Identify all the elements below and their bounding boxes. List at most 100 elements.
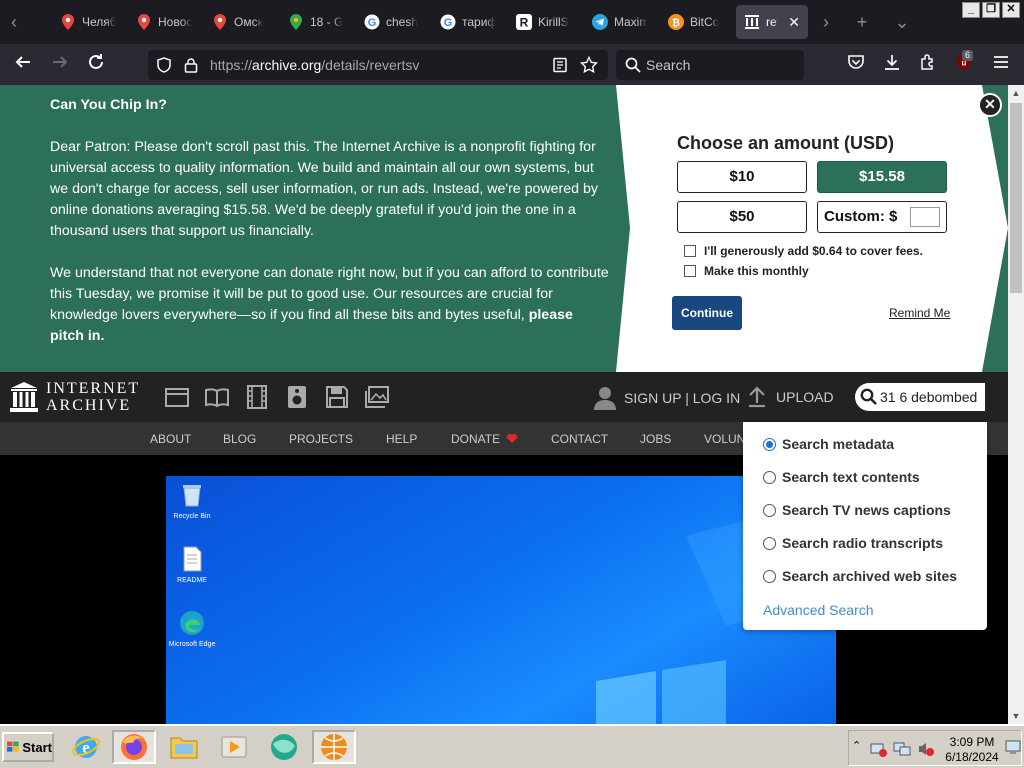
tab-9[interactable]: ₿ BitCo [660,5,732,39]
close-banner-button[interactable]: ✕ [978,93,1002,117]
radio-selected[interactable] [763,437,776,451]
radio-unselected[interactable] [763,536,776,550]
taskbar-firefox[interactable] [112,730,156,764]
minimize-window-button[interactable]: _ [962,2,980,18]
restore-window-button[interactable]: ❐ [982,2,1000,18]
tab-4[interactable]: 18 - G [280,5,352,39]
pocket-button[interactable] [843,52,869,78]
tab-scroll-right-button[interactable]: › [814,10,838,34]
nav-contact-link[interactable]: CONTACT [551,432,608,446]
extensions-button[interactable] [915,52,941,78]
address-bar[interactable]: https://archive.org/details/revertsv [148,50,608,80]
texts-book-icon[interactable] [204,384,230,410]
amount-15-58-button[interactable]: $15.58 [817,161,947,193]
network-warning-icon[interactable] [869,741,887,757]
nav-volunteer-link[interactable]: VOLUN [704,432,745,446]
option-search-radio[interactable]: Search radio transcripts [763,535,943,551]
user-avatar-icon [594,387,616,410]
desktop-icon-edge[interactable]: Microsoft Edge [167,610,217,648]
start-button[interactable]: Start [2,732,54,762]
nav-about-link[interactable]: ABOUT [150,432,191,446]
nav-help-link[interactable]: HELP [386,432,417,446]
ia-search-box[interactable] [855,383,985,411]
custom-amount-button[interactable]: Custom: $ [817,201,947,233]
ia-search-input[interactable] [880,387,984,407]
tab-scroll-left-button[interactable]: ‹ [2,10,26,34]
back-button[interactable] [10,52,36,78]
radio-unselected[interactable] [763,470,776,484]
volume-muted-icon[interactable] [917,741,935,757]
advanced-search-link[interactable]: Advanced Search [763,602,874,618]
browser-tab-strip: ‹ Челяб Новос Омск 18 - G G chesh G тари… [0,0,1024,44]
notification-icon[interactable] [1005,739,1021,755]
images-icon[interactable] [364,384,390,410]
sign-up-login-link[interactable]: SIGN UP | LOG IN [594,386,740,410]
taskbar-clock[interactable]: 3:09 PM 6/18/2024 [941,735,1003,765]
close-tab-icon[interactable]: ✕ [788,14,800,31]
shield-icon[interactable] [156,57,172,73]
tab-2[interactable]: Новос [128,5,200,39]
tab-8[interactable]: Maxim [584,5,656,39]
lock-icon[interactable] [184,57,198,73]
bookmark-star-icon[interactable] [580,56,598,74]
reader-view-icon[interactable] [552,57,568,73]
taskbar-file-explorer[interactable] [162,730,206,764]
remind-me-link[interactable]: Remind Me [889,306,950,320]
menu-button[interactable] [988,52,1014,78]
amount-50-button[interactable]: $50 [677,201,807,233]
option-search-text[interactable]: Search text contents [763,469,920,485]
close-window-button[interactable]: ✕ [1002,2,1020,18]
nav-projects-link[interactable]: PROJECTS [289,432,353,446]
amount-10-button[interactable]: $10 [677,161,807,193]
radio-unselected[interactable] [763,569,776,583]
option-search-metadata[interactable]: Search metadata [763,436,894,452]
tab-6[interactable]: G тариф [432,5,504,39]
taskbar-network-app[interactable] [262,730,306,764]
forward-button[interactable] [47,52,73,78]
software-floppy-icon[interactable] [324,384,350,410]
tab-7[interactable]: R KirillS [508,5,580,39]
new-tab-button[interactable]: + [850,10,874,34]
taskbar-active-app[interactable] [312,730,356,764]
ia-logo[interactable]: INTERNET ARCHIVE [10,380,140,414]
nav-blog-link[interactable]: BLOG [223,432,256,446]
web-archive-icon[interactable] [164,384,190,410]
audio-speaker-icon[interactable] [284,384,310,410]
upload-link[interactable]: UPLOAD [748,386,834,408]
radio-unselected[interactable] [763,503,776,517]
scroll-down-arrow-icon[interactable]: ▼ [1008,708,1024,724]
cover-fees-checkbox[interactable] [684,245,696,257]
cover-fees-row[interactable]: I'll generously add $0.64 to cover fees. [684,244,923,258]
page-scrollbar[interactable]: ▲ ▼ [1008,85,1024,724]
downloads-button[interactable] [879,52,905,78]
scroll-thumb[interactable] [1010,103,1022,293]
desktop-icon-recycle-bin[interactable]: Recycle Bin [167,482,217,520]
custom-amount-input[interactable] [910,207,940,227]
monthly-label: Make this monthly [704,264,809,278]
nav-donate-link[interactable]: DONATE [451,432,518,446]
desktop-icon-readme[interactable]: README [167,546,217,584]
nav-jobs-link[interactable]: JOBS [640,432,671,446]
tab-title: 18 - G [310,15,344,29]
network-computer-icon[interactable] [893,741,911,757]
monthly-row[interactable]: Make this monthly [684,264,809,278]
ublock-extension-button[interactable]: u 6 [951,50,977,78]
tab-1[interactable]: Челяб [52,5,124,39]
taskbar-media-player[interactable] [212,730,256,764]
continue-button[interactable]: Continue [672,296,742,330]
monthly-checkbox[interactable] [684,265,696,277]
list-tabs-button[interactable]: ⌄ [890,10,914,34]
option-search-tv[interactable]: Search TV news captions [763,502,951,518]
scroll-up-arrow-icon[interactable]: ▲ [1008,85,1024,101]
reload-button[interactable] [83,52,109,78]
video-film-icon[interactable] [244,384,270,410]
option-search-web[interactable]: Search archived web sites [763,568,957,584]
banner-heading: Can You Chip In? [50,97,167,113]
tab-3[interactable]: Омск [204,5,276,39]
taskbar-internet-explorer[interactable]: e [64,730,108,764]
tab-5[interactable]: G chesh [356,5,428,39]
browser-search-box[interactable]: Search [616,50,804,80]
tab-active[interactable]: reve ✕ [736,5,808,39]
ia-top-nav: INTERNET ARCHIVE SIGN UP | LOG IN UPLOAD [0,372,1008,422]
show-hidden-icons-icon[interactable]: ⌃ [852,739,861,752]
